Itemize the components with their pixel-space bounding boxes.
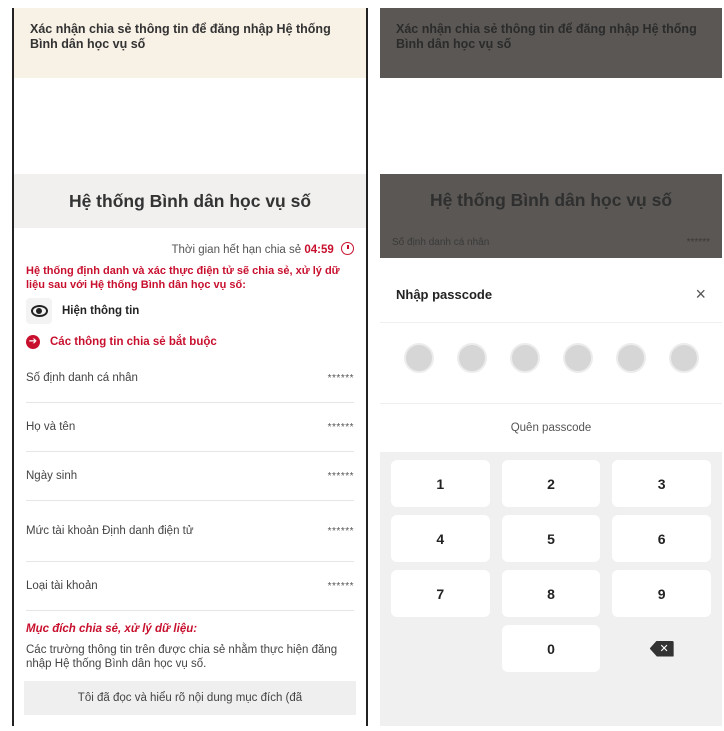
- consent-banner: Xác nhận chia sẻ thông tin để đăng nhập …: [380, 8, 722, 78]
- field-value: ******: [327, 421, 354, 433]
- expire-row: Thời gian hết hạn chia sẻ 04:59: [14, 228, 366, 260]
- field-row: Loại tài khoản ******: [26, 562, 354, 611]
- numeric-keypad: 1 2 3 4 5 6 7 8 9 0 ✕: [380, 452, 722, 726]
- field-value: ******: [327, 470, 354, 482]
- page-title: Hệ thống Bình dân học vụ số: [14, 174, 366, 228]
- show-info-toggle[interactable]: Hiện thông tin: [14, 292, 366, 324]
- required-header[interactable]: ➔ Các thông tin chia sẻ bắt buộc: [14, 324, 366, 350]
- left-phone-screen: Xác nhận chia sẻ thông tin để đăng nhập …: [12, 8, 368, 726]
- key-1[interactable]: 1: [391, 460, 490, 507]
- passcode-sheet: Nhập passcode × Quên passcode 1 2 3 4 5 …: [380, 266, 722, 726]
- field-label: Mức tài khoản Định danh điện tử: [26, 525, 194, 537]
- backspace-icon: ✕: [649, 640, 674, 657]
- field-label: Loại tài khoản: [26, 580, 98, 592]
- purpose-text: Các trường thông tin trên được chia sẻ n…: [26, 644, 338, 670]
- blank-area: [380, 78, 722, 174]
- expire-label: Thời gian hết hạn chia sẻ: [171, 244, 302, 256]
- field-label: Ngày sinh: [26, 470, 78, 482]
- dimmed-field-row: Số định danh cá nhân ******: [380, 226, 722, 258]
- blank-area: [14, 78, 366, 174]
- sheet-header: Nhập passcode ×: [380, 266, 722, 323]
- passcode-dot: [403, 343, 434, 373]
- required-label: Các thông tin chia sẻ bắt buộc: [50, 336, 217, 348]
- passcode-dot: [615, 343, 646, 373]
- field-label: Số định danh cá nhân: [392, 236, 490, 248]
- eye-icon-button[interactable]: [26, 298, 52, 324]
- consent-banner: Xác nhận chia sẻ thông tin để đăng nhập …: [14, 8, 366, 78]
- key-7[interactable]: 7: [391, 570, 490, 617]
- field-value: ******: [327, 525, 354, 537]
- close-icon[interactable]: ×: [695, 284, 706, 305]
- right-phone-screen: Xác nhận chia sẻ thông tin để đăng nhập …: [380, 8, 722, 726]
- key-5[interactable]: 5: [501, 515, 601, 562]
- key-4[interactable]: 4: [391, 515, 490, 562]
- purpose-title: Mục đích chia sẻ, xử lý dữ liệu:: [26, 623, 198, 635]
- key-6[interactable]: 6: [612, 515, 711, 562]
- key-2[interactable]: 2: [501, 460, 601, 507]
- forgot-passcode-link[interactable]: Quên passcode: [380, 403, 722, 452]
- expire-time: 04:59: [304, 244, 334, 256]
- passcode-dot: [509, 343, 540, 373]
- clock-icon: [341, 242, 354, 255]
- field-row: Số định danh cá nhân ******: [26, 354, 354, 403]
- backspace-glyph: ✕: [659, 643, 669, 655]
- page-title: Hệ thống Bình dân học vụ số: [380, 174, 722, 226]
- field-label: Họ và tên: [26, 421, 76, 433]
- show-info-label: Hiện thông tin: [62, 305, 140, 317]
- field-row: Mức tài khoản Định danh điện tử ******: [26, 501, 354, 562]
- passcode-dots: [380, 323, 722, 381]
- field-row: Họ và tên ******: [26, 403, 354, 452]
- backspace-button[interactable]: ✕: [612, 625, 711, 672]
- field-value: ******: [686, 236, 710, 248]
- field-list: Số định danh cá nhân ****** Họ và tên **…: [14, 350, 366, 611]
- field-row: Ngày sinh ******: [26, 452, 354, 501]
- field-label: Số định danh cá nhân: [26, 372, 138, 384]
- eye-icon: [30, 305, 48, 317]
- arrow-right-icon: ➔: [26, 335, 40, 349]
- key-empty: [391, 625, 490, 672]
- share-intro: Hệ thống định danh và xác thực điện tử s…: [26, 265, 340, 291]
- key-3[interactable]: 3: [612, 460, 711, 507]
- acknowledge-checkbox-row[interactable]: Tôi đã đọc và hiểu rõ nội dung mục đích …: [24, 681, 356, 715]
- passcode-dot: [668, 343, 699, 373]
- key-0[interactable]: 0: [501, 625, 601, 672]
- passcode-dot: [562, 343, 593, 373]
- sheet-title: Nhập passcode: [396, 286, 493, 302]
- key-8[interactable]: 8: [501, 570, 601, 617]
- field-value: ******: [327, 580, 354, 592]
- key-9[interactable]: 9: [612, 570, 711, 617]
- passcode-dot: [456, 343, 487, 373]
- field-value: ******: [327, 372, 354, 384]
